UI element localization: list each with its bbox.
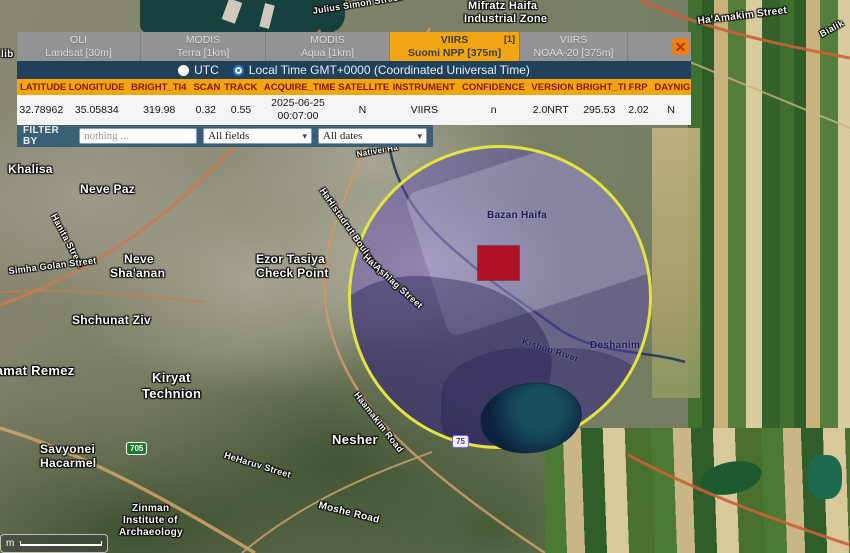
- tab-label-line2: Suomi NPP [375m]: [390, 47, 519, 60]
- col-frp: FRP: [626, 82, 652, 93]
- firms-data-panel: OLI Landsat [30m] MODIS Terra [1km] MODI…: [17, 32, 691, 147]
- map-place-label: Shchunat Ziv: [72, 313, 151, 327]
- col-daynight: DAYNIGHT: [651, 82, 691, 93]
- map-place-label: Khalisa: [8, 162, 53, 176]
- map-place-label: Industrial Zone: [464, 13, 547, 25]
- close-icon[interactable]: ✕: [672, 38, 689, 55]
- cell-instrument: VIIRS: [390, 104, 459, 116]
- road-shield-badge: 705: [126, 442, 147, 455]
- filter-by-label: FILTER BY: [23, 125, 73, 147]
- map-place-label: lib: [1, 49, 14, 60]
- col-scan: SCAN: [190, 82, 221, 93]
- map-place-label: Nesher: [332, 432, 378, 447]
- col-longitude: LONGITUDE: [66, 82, 128, 93]
- map-place-label: Deshanim: [590, 340, 640, 351]
- filter-dates-select[interactable]: All dates ▾: [318, 128, 427, 144]
- cell-frp: 2.02: [626, 104, 652, 116]
- map-place-label: Check Point: [256, 266, 329, 280]
- cell-confidence: n: [459, 104, 528, 116]
- col-latitude: LATITUDE: [17, 82, 66, 93]
- cell-latitude: 32.78962: [17, 104, 66, 116]
- col-track: TRACK: [221, 82, 261, 93]
- map-place-label: Hacarmel: [40, 456, 96, 470]
- table-header-row: LATITUDE LONGITUDE BRIGHT_TI4 SCAN TRACK…: [17, 79, 691, 95]
- col-bright-ti4: BRIGHT_TI4: [128, 82, 190, 93]
- map-place-label: Sha'anan: [110, 266, 165, 280]
- filter-text-input[interactable]: [79, 128, 197, 144]
- chevron-down-icon: ▾: [417, 131, 422, 142]
- col-satellite: SATELLITE: [335, 82, 390, 93]
- cell-bright-ti5: 295.53: [573, 104, 626, 116]
- tab-label-line2: Terra [1km]: [141, 47, 265, 60]
- map-place-label: Ezor Tasiya: [256, 252, 325, 266]
- cell-bright-ti4: 319.98: [128, 104, 190, 116]
- radio-selected-icon: [233, 65, 244, 76]
- filter-bar: FILTER BY All fields ▾ All dates ▾: [17, 125, 433, 147]
- map-scale-bar: m: [0, 534, 108, 553]
- map-place-label: Institute of: [123, 515, 178, 526]
- map-place-label: Zinman: [132, 503, 169, 514]
- col-bright-ti5: BRIGHT_TI5: [573, 82, 626, 93]
- detection-count-badge: [1]: [504, 33, 515, 46]
- detection-table-row[interactable]: 32.78962 35.05834 319.98 0.32 0.55 2025-…: [17, 95, 691, 125]
- map-place-label: Bazan Haifa: [487, 210, 547, 221]
- map-place-label: Kiryat: [152, 370, 191, 385]
- tab-modis-aqua[interactable]: MODIS Aqua [1km]: [266, 32, 390, 61]
- tab-viirs-noaa20[interactable]: VIIRS NOAA-20 [375m]: [520, 32, 628, 61]
- map-place-label: Mifratz Haifa: [468, 0, 537, 12]
- sensor-tabbar: OLI Landsat [30m] MODIS Terra [1km] MODI…: [17, 32, 691, 61]
- map-place-label: Neve: [124, 252, 154, 266]
- scale-label: m: [6, 538, 14, 549]
- tab-label-line1: MODIS: [266, 34, 389, 47]
- chevron-down-icon: ▾: [303, 131, 308, 142]
- radio-icon: [178, 65, 189, 76]
- map-place-label: Technion: [142, 386, 201, 401]
- firms-map-screen: Julius Simon StreetMifratz HaifaIndustri…: [0, 0, 850, 553]
- map-place-label: Archaeology: [119, 527, 183, 538]
- col-instrument: INSTRUMENT: [390, 82, 459, 93]
- time-mode-bar: UTC Local Time GMT+0000 (Coordinated Uni…: [17, 61, 691, 79]
- tab-label-line2: Landsat [30m]: [17, 47, 140, 60]
- utc-label: UTC: [194, 63, 219, 77]
- tab-oli-landsat[interactable]: OLI Landsat [30m]: [17, 32, 141, 61]
- local-time-radio-option[interactable]: Local Time GMT+0000 (Coordinated Univers…: [233, 63, 530, 77]
- filter-fields-select[interactable]: All fields ▾: [203, 128, 312, 144]
- tab-label-line2: Aqua [1km]: [266, 47, 389, 60]
- cell-version: 2.0NRT: [528, 104, 573, 116]
- col-version: VERSION: [528, 82, 573, 93]
- fire-detection-marker[interactable]: [478, 246, 519, 280]
- tab-label-line1: OLI: [17, 34, 140, 47]
- tab-modis-terra[interactable]: MODIS Terra [1km]: [141, 32, 266, 61]
- cell-longitude: 35.05834: [66, 104, 128, 116]
- acquire-date: 2025-06-25: [261, 97, 335, 110]
- tabbar-filler: ✕: [628, 32, 691, 61]
- utc-radio-option[interactable]: UTC: [178, 63, 219, 77]
- col-confidence: CONFIDENCE: [459, 82, 528, 93]
- scale-line: [20, 541, 102, 546]
- cell-daynight: N: [651, 104, 691, 116]
- map-place-label: Neve Paz: [80, 182, 135, 196]
- cell-track: 0.55: [221, 104, 261, 116]
- tab-label-line2: NOAA-20 [375m]: [520, 47, 627, 60]
- tab-label-line1: MODIS: [141, 34, 265, 47]
- tab-label-line1: VIIRS: [520, 34, 627, 47]
- fields-select-value: All fields: [208, 130, 249, 142]
- col-acquire-time: ACQUIRE_TIME: [261, 82, 335, 93]
- tab-label-line1: VIIRS: [390, 34, 519, 47]
- tab-viirs-snpp[interactable]: [1] VIIRS Suomi NPP [375m]: [390, 32, 520, 61]
- map-place-label: Savyonei: [40, 442, 95, 456]
- map-place-label: Ramat Remez: [0, 363, 75, 378]
- acquire-clock: 00:07:00: [261, 110, 335, 123]
- local-time-label: Local Time GMT+0000 (Coordinated Univers…: [249, 63, 530, 77]
- cell-acquire-time: 2025-06-25 00:07:00: [261, 97, 335, 123]
- cell-satellite: N: [335, 104, 390, 116]
- dates-select-value: All dates: [323, 130, 362, 142]
- road-shield-badge: 75: [452, 435, 469, 448]
- cell-scan: 0.32: [190, 104, 221, 116]
